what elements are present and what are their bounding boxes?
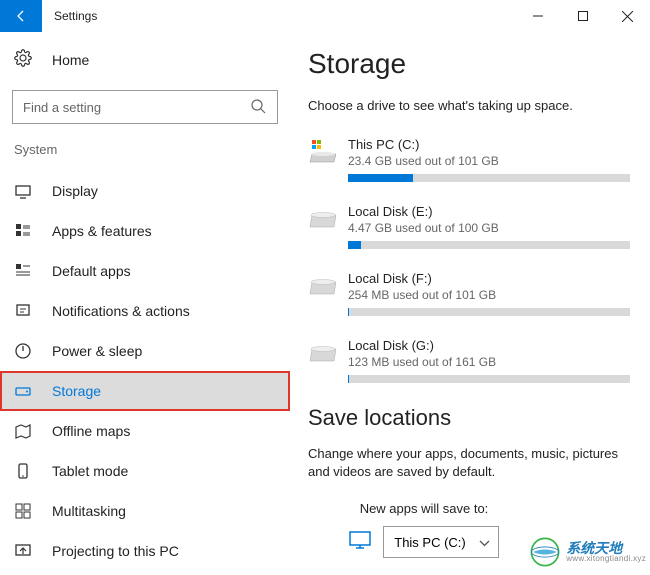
- sidebar-item-label: Tablet mode: [52, 463, 128, 479]
- drive-progress: [348, 241, 630, 249]
- drive-usage: 23.4 GB used out of 101 GB: [348, 154, 630, 168]
- drive-name: Local Disk (G:): [348, 338, 630, 353]
- sidebar-item-label: Apps & features: [52, 223, 152, 239]
- sidebar-item-notifications-actions[interactable]: Notifications & actions: [0, 291, 290, 331]
- drive-progress: [348, 375, 630, 383]
- sidebar-item-display[interactable]: Display: [0, 171, 290, 211]
- drive-icon: [308, 204, 348, 249]
- maximize-icon: [578, 11, 588, 21]
- home-label: Home: [52, 52, 89, 68]
- page-subtitle: Choose a drive to see what's taking up s…: [308, 98, 630, 113]
- drive-usage: 254 MB used out of 101 GB: [348, 288, 630, 302]
- sidebar-item-multitasking[interactable]: Multitasking: [0, 491, 290, 531]
- projecting-icon: [14, 542, 32, 560]
- page-title: Storage: [308, 48, 630, 80]
- sidebar-item-storage[interactable]: Storage: [0, 371, 290, 411]
- drive-usage: 4.47 GB used out of 100 GB: [348, 221, 630, 235]
- section-header: System: [0, 138, 290, 161]
- drive-icon: [308, 137, 348, 182]
- watermark: 系统天地 www.xitongtiandi.xyz: [528, 535, 646, 569]
- sidebar-item-label: Power & sleep: [52, 343, 142, 359]
- drive-name: This PC (C:): [348, 137, 630, 152]
- home-nav[interactable]: Home: [0, 40, 290, 80]
- sidebar-item-offline-maps[interactable]: Offline maps: [0, 411, 290, 451]
- back-button[interactable]: [0, 0, 42, 32]
- save-locations-desc: Change where your apps, documents, music…: [308, 445, 630, 481]
- drive-name: Local Disk (F:): [348, 271, 630, 286]
- multitasking-icon: [14, 502, 32, 520]
- drive-progress: [348, 174, 630, 182]
- sidebar-item-apps-features[interactable]: Apps & features: [0, 211, 290, 251]
- new-apps-label: New apps will save to:: [290, 501, 630, 516]
- new-apps-dropdown[interactable]: This PC (C:): [383, 526, 499, 558]
- maximize-button[interactable]: [560, 0, 605, 32]
- minimize-icon: [533, 11, 543, 21]
- search-icon: [250, 98, 266, 119]
- close-button[interactable]: [605, 0, 650, 32]
- sidebar-item-label: Multitasking: [52, 503, 126, 519]
- drive-item[interactable]: Local Disk (E:) 4.47 GB used out of 100 …: [308, 204, 630, 249]
- apps-icon: [14, 222, 32, 240]
- storage-icon: [14, 382, 32, 400]
- sidebar-item-label: Default apps: [52, 263, 131, 279]
- window-title: Settings: [54, 9, 97, 23]
- sidebar-item-label: Offline maps: [52, 423, 130, 439]
- drive-item[interactable]: Local Disk (G:) 123 MB used out of 161 G…: [308, 338, 630, 383]
- sidebar-item-label: Storage: [52, 383, 101, 399]
- chevron-down-icon: [479, 535, 490, 550]
- minimize-button[interactable]: [515, 0, 560, 32]
- tablet-icon: [14, 462, 32, 480]
- display-icon: [14, 182, 32, 200]
- power-icon: [14, 342, 32, 360]
- close-icon: [622, 11, 633, 22]
- notifications-icon: [14, 302, 32, 320]
- monitor-icon: [349, 531, 371, 554]
- sidebar-item-projecting-to-this-pc[interactable]: Projecting to this PC: [0, 531, 290, 571]
- sidebar-item-label: Display: [52, 183, 98, 199]
- drive-usage: 123 MB used out of 161 GB: [348, 355, 630, 369]
- drive-item[interactable]: This PC (C:) 23.4 GB used out of 101 GB: [308, 137, 630, 182]
- gear-icon: [14, 49, 32, 72]
- save-locations-title: Save locations: [308, 405, 630, 431]
- dropdown-value: This PC (C:): [394, 535, 466, 550]
- drive-icon: [308, 338, 348, 383]
- maps-icon: [14, 422, 32, 440]
- arrow-left-icon: [13, 8, 29, 24]
- default-apps-icon: [14, 262, 32, 280]
- drive-name: Local Disk (E:): [348, 204, 630, 219]
- sidebar-item-tablet-mode[interactable]: Tablet mode: [0, 451, 290, 491]
- sidebar-item-default-apps[interactable]: Default apps: [0, 251, 290, 291]
- sidebar-item-label: Notifications & actions: [52, 303, 190, 319]
- drive-item[interactable]: Local Disk (F:) 254 MB used out of 101 G…: [308, 271, 630, 316]
- drive-progress: [348, 308, 630, 316]
- sidebar-item-power-sleep[interactable]: Power & sleep: [0, 331, 290, 371]
- drive-icon: [308, 271, 348, 316]
- search-input[interactable]: [12, 90, 278, 124]
- sidebar-item-label: Projecting to this PC: [52, 543, 179, 559]
